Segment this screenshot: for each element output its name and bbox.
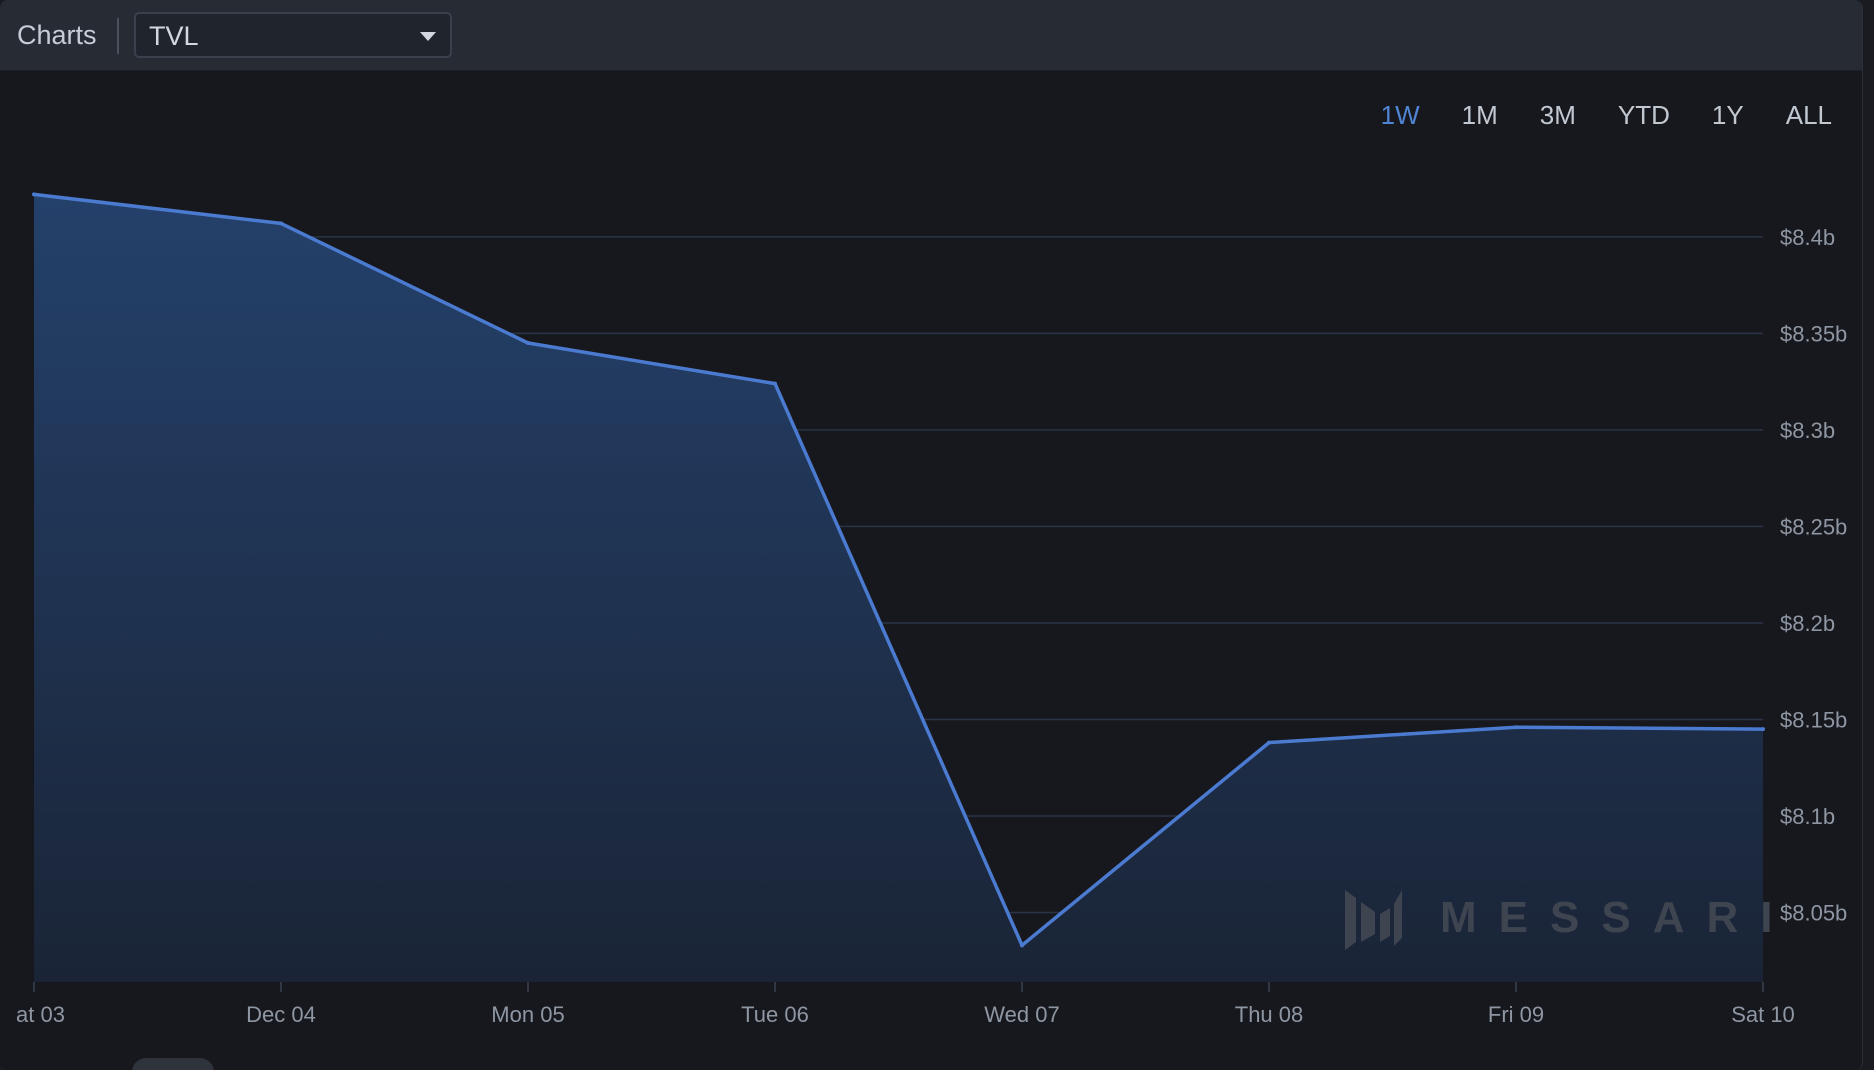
data-point[interactable] (32, 192, 36, 197)
y-axis: $8.05b $8.1b $8.15b $8.2b $8.25b $8.3b $8.35b $… (1780, 225, 1847, 926)
data-point[interactable] (1267, 740, 1271, 745)
x-tick-label: Sat 10 (1731, 1002, 1795, 1027)
tvl-area-chart: at 03 Dec 04 Mon 05 Tue 06 Wed 07 Thu 08 Fri 0… (16, 192, 1847, 1027)
data-point[interactable] (1514, 725, 1518, 730)
x-tick-label: Dec 04 (246, 1002, 316, 1027)
watermark-text: MESSARI (1440, 893, 1794, 942)
data-point[interactable] (526, 341, 530, 346)
bottom-toggle-stub[interactable] (132, 1058, 214, 1070)
y-tick-label: $8.05b (1780, 901, 1847, 926)
x-tick-label: Wed 07 (984, 1002, 1059, 1027)
x-tick-label: Fri 09 (1488, 1002, 1544, 1027)
y-tick-label: $8.2b (1780, 611, 1835, 636)
x-tick-label: at 03 (16, 1002, 65, 1027)
y-tick-label: $8.1b (1780, 804, 1835, 829)
x-tick-label: Mon 05 (491, 1002, 564, 1027)
x-tick-label: Thu 08 (1235, 1002, 1304, 1027)
data-point[interactable] (1761, 727, 1765, 732)
y-tick-label: $8.4b (1780, 225, 1835, 250)
data-point[interactable] (773, 381, 777, 386)
chart-panel: Charts TVL 1W 1M 3M YTD 1Y ALL at 03 Dec … (0, 0, 1863, 1070)
y-tick-label: $8.15b (1780, 707, 1847, 732)
y-tick-label: $8.25b (1780, 514, 1847, 539)
data-point[interactable] (279, 221, 283, 226)
x-axis: at 03 Dec 04 Mon 05 Tue 06 Wed 07 Thu 08 Fri 0… (16, 982, 1795, 1027)
y-tick-label: $8.3b (1780, 418, 1835, 443)
x-tick-label: Tue 06 (741, 1002, 809, 1027)
data-point[interactable] (1020, 943, 1024, 948)
tvl-area-fill (34, 194, 1763, 982)
y-tick-label: $8.35b (1780, 321, 1847, 346)
bottom-label-stub (17, 1060, 57, 1070)
